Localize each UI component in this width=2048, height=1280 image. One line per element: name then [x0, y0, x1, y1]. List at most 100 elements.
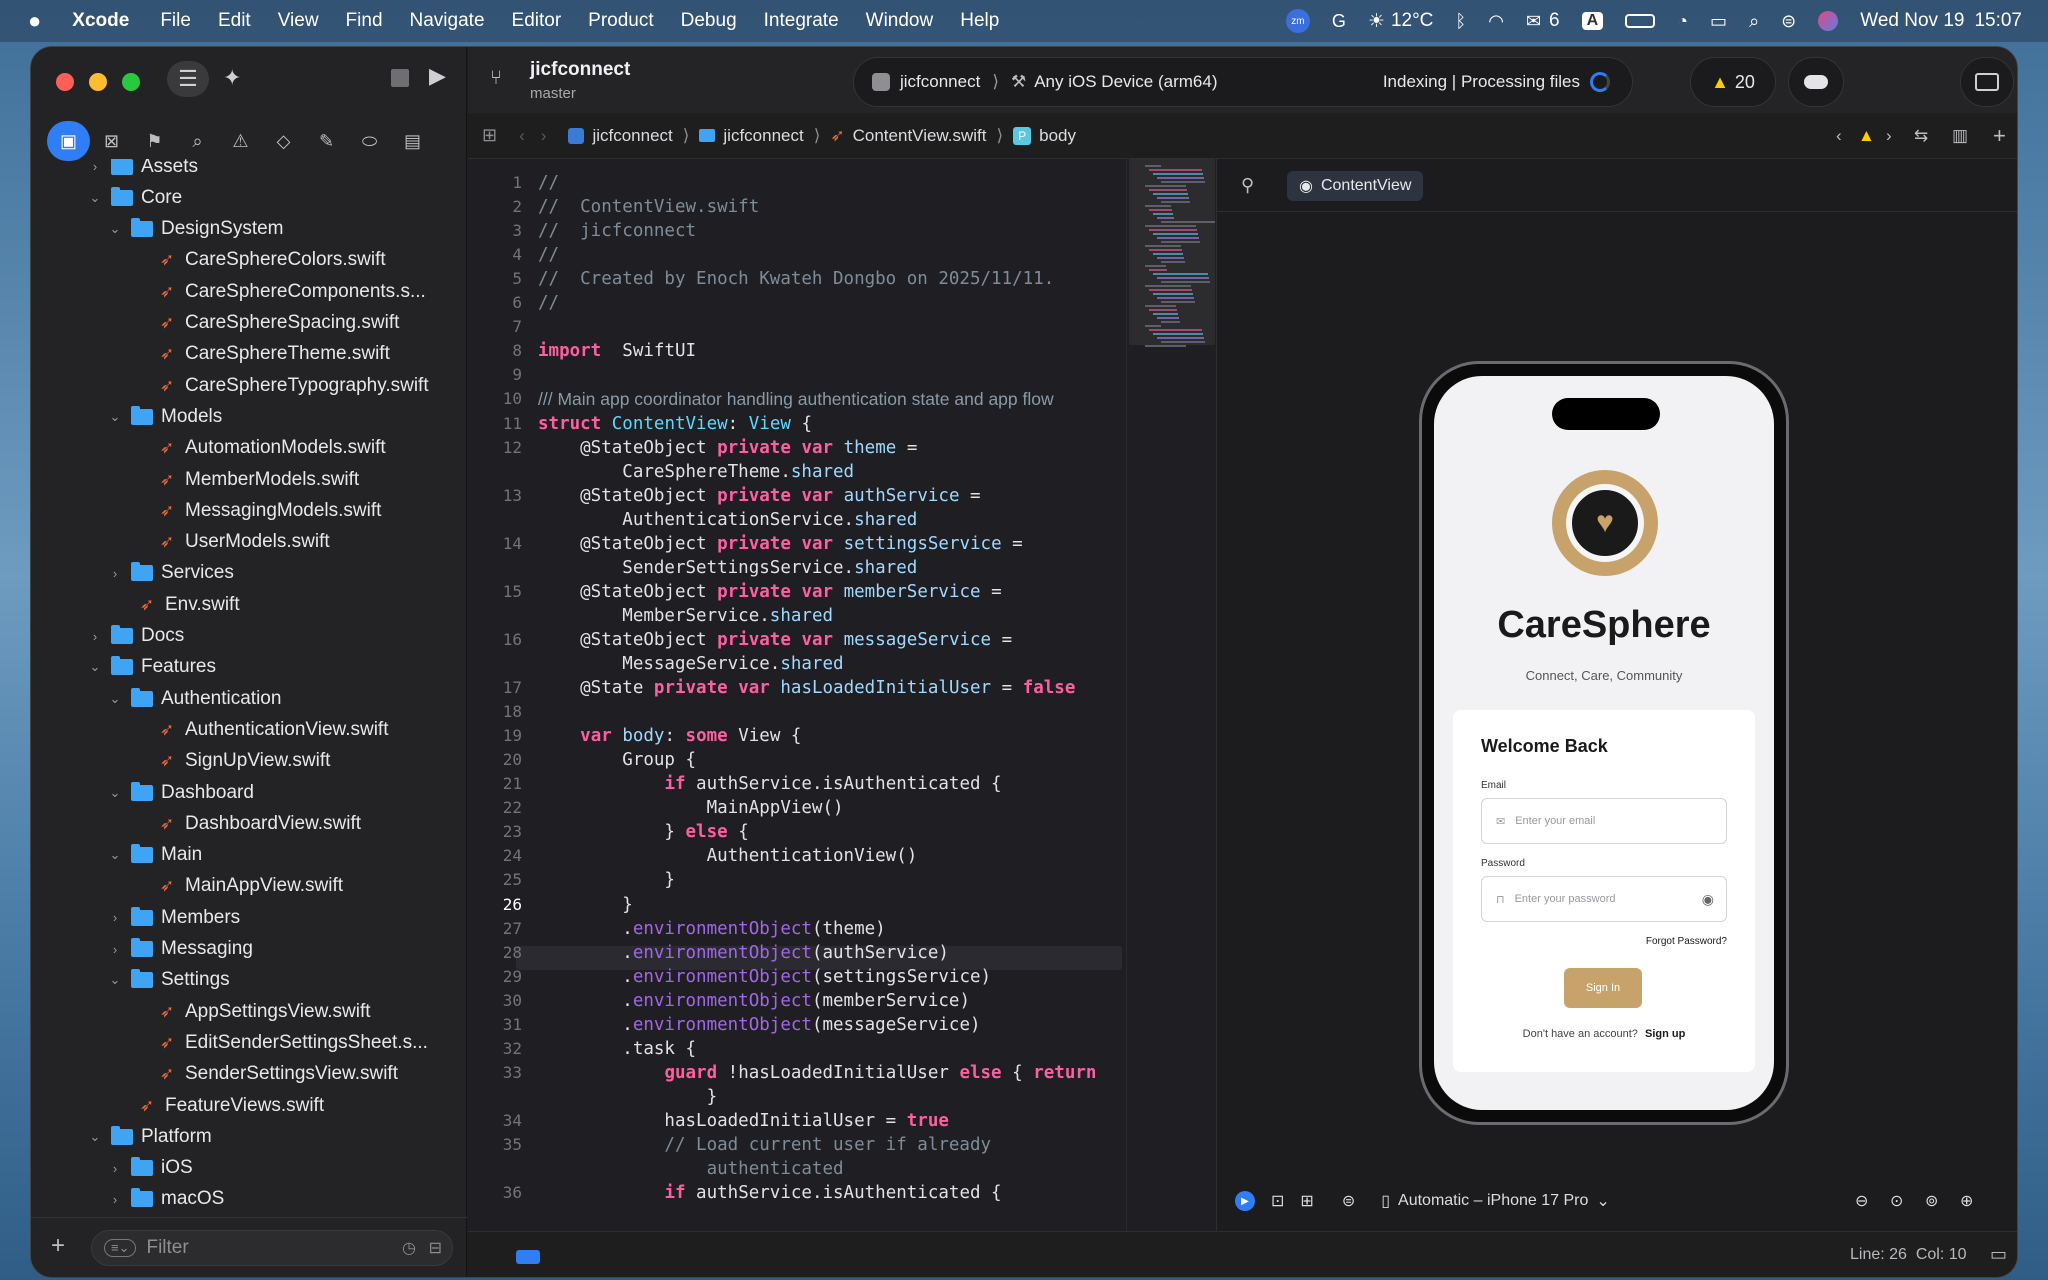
device-settings-icon[interactable]: ⊜ [1342, 1191, 1355, 1211]
tree-folder[interactable]: › Assets [85, 159, 198, 182]
grammarly-icon[interactable]: G [1332, 11, 1346, 32]
breakpoint-toggle-icon[interactable] [516, 1250, 540, 1264]
chevron-down-icon[interactable]: ⌄ [105, 847, 125, 863]
tree-folder[interactable]: ⌄ Settings [105, 965, 230, 996]
menu-item-edit[interactable]: Edit [218, 10, 251, 32]
tree-folder[interactable]: › iOS [105, 1153, 193, 1184]
tree-folder[interactable]: ⌄ Authentication [105, 683, 281, 714]
wifi-icon[interactable]: ◔ [1677, 11, 1688, 32]
menu-item-view[interactable]: View [278, 10, 319, 32]
live-preview-icon[interactable]: ▶ [1235, 1191, 1255, 1211]
tree-folder[interactable]: ⌄ Models [105, 401, 222, 432]
back-icon[interactable]: ‹ [519, 126, 525, 146]
chevron-right-icon[interactable]: › [85, 629, 105, 644]
tree-file[interactable]: ➶ SenderSettingsView.swift [153, 1059, 398, 1090]
tree-file[interactable]: ➶ DashboardView.swift [153, 808, 361, 839]
tree-file[interactable]: ➶ MainAppView.swift [153, 871, 343, 902]
stop-icon[interactable] [391, 69, 409, 87]
tree-folder[interactable]: ⌄ Dashboard [105, 777, 254, 808]
sign-in-button[interactable]: Sign In [1564, 968, 1642, 1008]
swap-editor-icon[interactable]: ⇆ [1914, 126, 1928, 146]
chevron-right-icon[interactable]: › [105, 1161, 125, 1176]
chevron-down-icon[interactable]: ⌄ [1596, 1191, 1609, 1211]
show-password-icon[interactable]: ◉ [1702, 891, 1714, 908]
tree-file[interactable]: ➶ MemberModels.swift [153, 464, 359, 495]
headphones-icon[interactable]: ◠ [1488, 11, 1504, 32]
branch-name[interactable]: master [530, 85, 576, 102]
scheme-target[interactable]: jicfconnect [900, 72, 980, 92]
email-field[interactable]: ✉ Enter your email [1481, 798, 1727, 844]
tree-folder[interactable]: › Docs [85, 621, 184, 652]
tree-file[interactable]: ➶ SignUpView.swift [153, 746, 331, 777]
zoom-actual-icon[interactable]: ⊚ [1925, 1191, 1938, 1211]
pin-icon[interactable]: ⚲ [1241, 175, 1254, 196]
wechat-icon[interactable]: ✉ [1526, 11, 1541, 32]
preview-device-selector[interactable]: Automatic – iPhone 17 Pro [1398, 1192, 1588, 1210]
chevron-right-icon[interactable]: › [85, 159, 105, 174]
apple-menu-icon[interactable]: ● [28, 8, 41, 34]
bookmark-navigator-icon[interactable]: ⚑ [133, 121, 176, 161]
chevron-down-icon[interactable]: ⌄ [85, 659, 105, 675]
minimap[interactable] [1126, 159, 1216, 1231]
app-menu[interactable]: Xcode [72, 10, 129, 32]
sign-up-link[interactable]: Sign up [1645, 1028, 1685, 1040]
menu-item-file[interactable]: File [160, 10, 191, 32]
clock-time[interactable]: 15:07 [1974, 10, 2022, 32]
tree-file[interactable]: ➶ UserModels.swift [153, 527, 330, 558]
bluetooth-icon[interactable]: ᛒ [1455, 11, 1466, 32]
zoom-icon[interactable]: zm [1285, 9, 1310, 33]
tree-folder[interactable]: › Services [105, 558, 234, 589]
zoom-fit-icon[interactable]: ⊙ [1890, 1191, 1903, 1211]
weather-icon[interactable]: ☀ [1368, 10, 1385, 33]
menu-item-window[interactable]: Window [866, 10, 934, 32]
related-items-icon[interactable]: ⊞ [482, 125, 497, 146]
menu-item-find[interactable]: Find [346, 10, 383, 32]
forward-icon[interactable]: › [541, 126, 547, 146]
menu-item-integrate[interactable]: Integrate [764, 10, 839, 32]
add-icon[interactable]: + [51, 1232, 65, 1260]
tree-file[interactable]: ➶ AutomationModels.swift [153, 433, 386, 464]
chevron-down-icon[interactable]: ⌄ [105, 221, 125, 237]
tree-file[interactable]: ➶ CareSphereSpacing.swift [153, 308, 400, 339]
tree-file[interactable]: ➶ AppSettingsView.swift [153, 996, 371, 1027]
debug-navigator-icon[interactable]: ✎ [305, 121, 348, 161]
breakpoint-navigator-icon[interactable]: ⬭ [348, 121, 391, 161]
variants-icon[interactable]: ⊞ [1300, 1191, 1313, 1211]
tree-file[interactable]: ➶ CareSphereComponents.s... [153, 276, 426, 307]
minimize-window-button[interactable] [89, 73, 107, 91]
source-editor[interactable]: 1 // 2 // ContentView.swift 3 // jicfconnect 4… [468, 159, 1126, 1231]
project-name[interactable]: jicfconnect [530, 59, 630, 81]
run-destination[interactable]: Any iOS Device (arm64) [1034, 72, 1217, 92]
chevron-down-icon[interactable]: ⌄ [105, 785, 125, 801]
tree-folder[interactable]: › Members [105, 902, 240, 933]
toggle-navigator-icon[interactable]: ☰ [167, 61, 209, 97]
chevron-down-icon[interactable]: ⌄ [85, 1129, 105, 1145]
tree-folder[interactable]: ⌄ DesignSystem [105, 214, 284, 245]
chevron-right-icon[interactable]: › [105, 1192, 125, 1207]
tree-file[interactable]: ➶ AuthenticationView.swift [153, 714, 389, 745]
menu-item-navigate[interactable]: Navigate [410, 10, 485, 32]
tree-file[interactable]: ➶ Env.swift [133, 589, 240, 620]
report-navigator-icon[interactable]: ▤ [391, 121, 434, 161]
issue-navigator-icon[interactable]: ⚠ [219, 121, 262, 161]
tree-file[interactable]: ➶ FeatureViews.swift [133, 1090, 324, 1121]
battery-icon[interactable] [1625, 14, 1656, 28]
editor-options-icon[interactable]: ▥ [1952, 126, 1968, 146]
chevron-down-icon[interactable]: ⌄ [105, 691, 125, 707]
tree-folder[interactable]: › macOS [105, 1184, 224, 1215]
close-window-button[interactable] [56, 73, 74, 91]
chevron-right-icon[interactable]: › [105, 566, 125, 581]
tree-folder[interactable]: ⌄ Platform [85, 1121, 212, 1152]
display-icon[interactable]: ▭ [1710, 11, 1727, 32]
tree-folder[interactable]: ⌄ Features [85, 652, 216, 683]
tree-file[interactable]: ➶ EditSenderSettingsSheet.s... [153, 1027, 428, 1058]
issue-warning-icon[interactable]: ▲ [1858, 126, 1875, 146]
filter-scope-icon[interactable]: ⊟ [429, 1238, 442, 1258]
chevron-right-icon[interactable]: › [105, 942, 125, 957]
clock-date[interactable]: Wed Nov 19 [1860, 10, 1964, 32]
weather-temp[interactable]: 12°C [1391, 10, 1433, 32]
cloud-status-button[interactable] [1788, 57, 1844, 107]
warnings-badge[interactable]: ▲ 20 [1690, 57, 1776, 107]
jumpbar-crumb-group[interactable]: jicfconnect [723, 126, 803, 146]
tree-file[interactable]: ➶ CareSphereTheme.swift [153, 339, 390, 370]
